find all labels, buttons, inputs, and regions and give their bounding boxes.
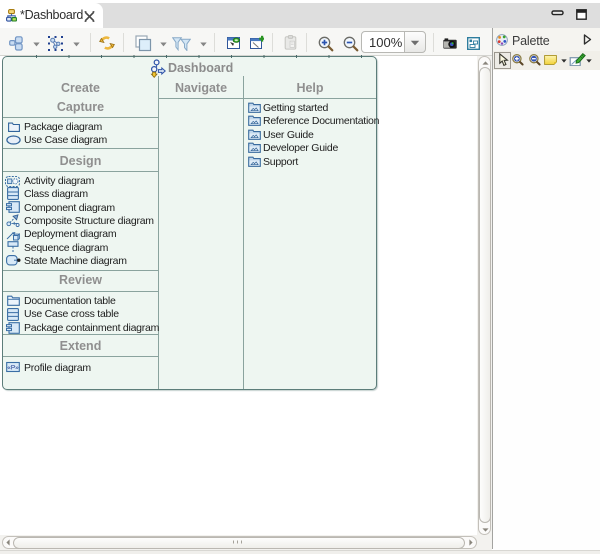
svg-text:«P»: «P»	[7, 365, 19, 372]
